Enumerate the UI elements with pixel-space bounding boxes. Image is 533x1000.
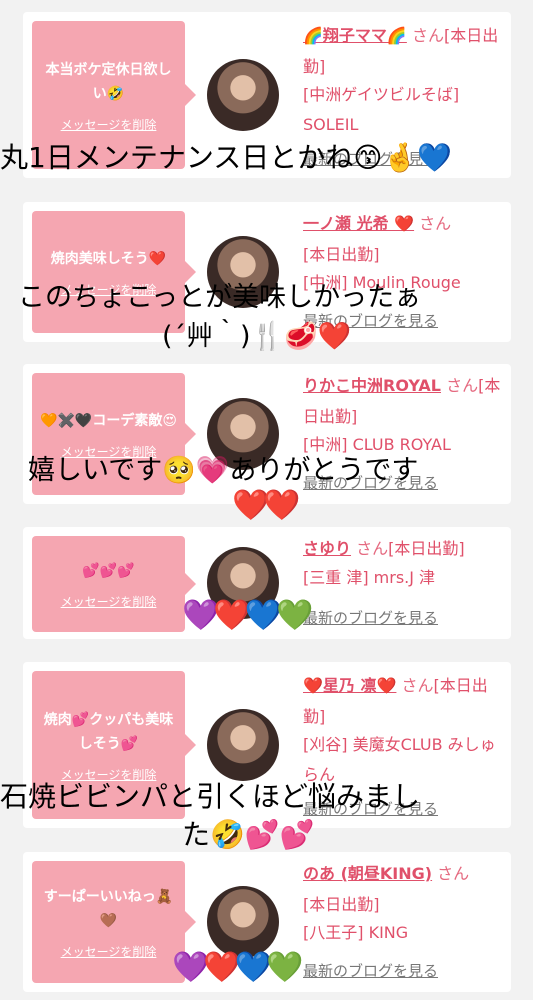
work-status: [本日出勤] (303, 245, 380, 264)
sender-name-block: のあ (朝昼KING) さん [本日出勤] (303, 858, 503, 920)
sender-name-block: 🌈翔子ママ🌈 さん[本日出勤] (303, 20, 503, 82)
honorific: さん (411, 26, 444, 45)
message-text: 💕💕💕 (82, 562, 135, 579)
work-status: [本日出勤] (388, 539, 465, 558)
honorific: さん (446, 376, 479, 395)
shop-name: [三重 津] mrs.J 津 (303, 568, 436, 587)
honorific: さん (401, 676, 434, 695)
sender-name-block: 一ノ瀬 光希 ❤️ さん [本日出勤] (303, 208, 503, 270)
overlay-emoji: 💜❤️💙💚 (172, 950, 303, 985)
sender-name-block: ❤️星乃 凛❤️ さん[本日出勤] (303, 670, 503, 732)
avatar[interactable] (207, 886, 279, 958)
sender-name-block: りかこ中洲ROYAL さん[本日出勤] (303, 370, 503, 432)
message-bubble: 💕💕💕 メッセージを削除 (32, 536, 196, 632)
shop-name: [八王子] KING (303, 923, 409, 942)
sender-name-link[interactable]: ❤️星乃 凛❤️ (303, 676, 396, 695)
overlay-emoji: ❤️❤️ (232, 488, 301, 523)
message-text: すーぱーいいねっ🧸🤎 (43, 888, 174, 929)
avatar[interactable] (207, 59, 279, 131)
sender-name-link[interactable]: さゆり (303, 539, 351, 558)
sender-name-link[interactable]: 🌈翔子ママ🌈 (303, 26, 407, 45)
overlay-caption: た🤣💕💕 (182, 818, 315, 851)
overlay-caption: (´艸｀)🍴🥩❤️ (162, 321, 352, 352)
overlay-caption: 丸1日メンテナンス日とかね😙🤞💙 (0, 141, 453, 174)
message-text: 焼肉💕クッパも美味しそう💕 (43, 711, 174, 752)
avatar[interactable] (207, 709, 279, 781)
delete-message-link[interactable]: メッセージを削除 (61, 116, 157, 133)
message-bubble: すーぱーいいねっ🧸🤎 メッセージを削除 (32, 861, 196, 983)
shop-name: [中洲ゲイツビルそば] SOLEIL (303, 85, 460, 134)
latest-blog-link[interactable]: 最新のブログを見る (303, 607, 438, 628)
honorific: さん (437, 864, 470, 883)
message-text: 焼肉美味しそう❤️ (50, 250, 167, 267)
message-text: 本当ボケ定休日欲しい🤣 (45, 61, 172, 102)
honorific: さん (356, 539, 389, 558)
latest-blog-link[interactable]: 最新のブログを見る (303, 960, 438, 981)
delete-message-link[interactable]: メッセージを削除 (61, 943, 157, 960)
overlay-caption: 石焼ビビンパと引くほど悩みまし (0, 780, 421, 813)
work-status: [本日出勤] (303, 895, 380, 914)
sender-name-link[interactable]: 一ノ瀬 光希 ❤️ (303, 214, 414, 233)
sender-name-link[interactable]: のあ (朝昼KING) (303, 864, 432, 883)
overlay-caption: 嬉しいです🥺💗ありがとうです (28, 455, 419, 486)
delete-message-link[interactable]: メッセージを削除 (61, 593, 157, 610)
sender-name-link[interactable]: りかこ中洲ROYAL (303, 376, 441, 395)
message-text: 🧡✖️🖤コーデ素敵😍 (40, 412, 177, 429)
overlay-caption: このちょこっとが美味しかったぁ (18, 282, 422, 313)
sender-name-block: さゆり さん[本日出勤] (303, 533, 503, 564)
honorific: さん (419, 214, 452, 233)
overlay-emoji: 💜❤️💙💚 (182, 598, 313, 633)
